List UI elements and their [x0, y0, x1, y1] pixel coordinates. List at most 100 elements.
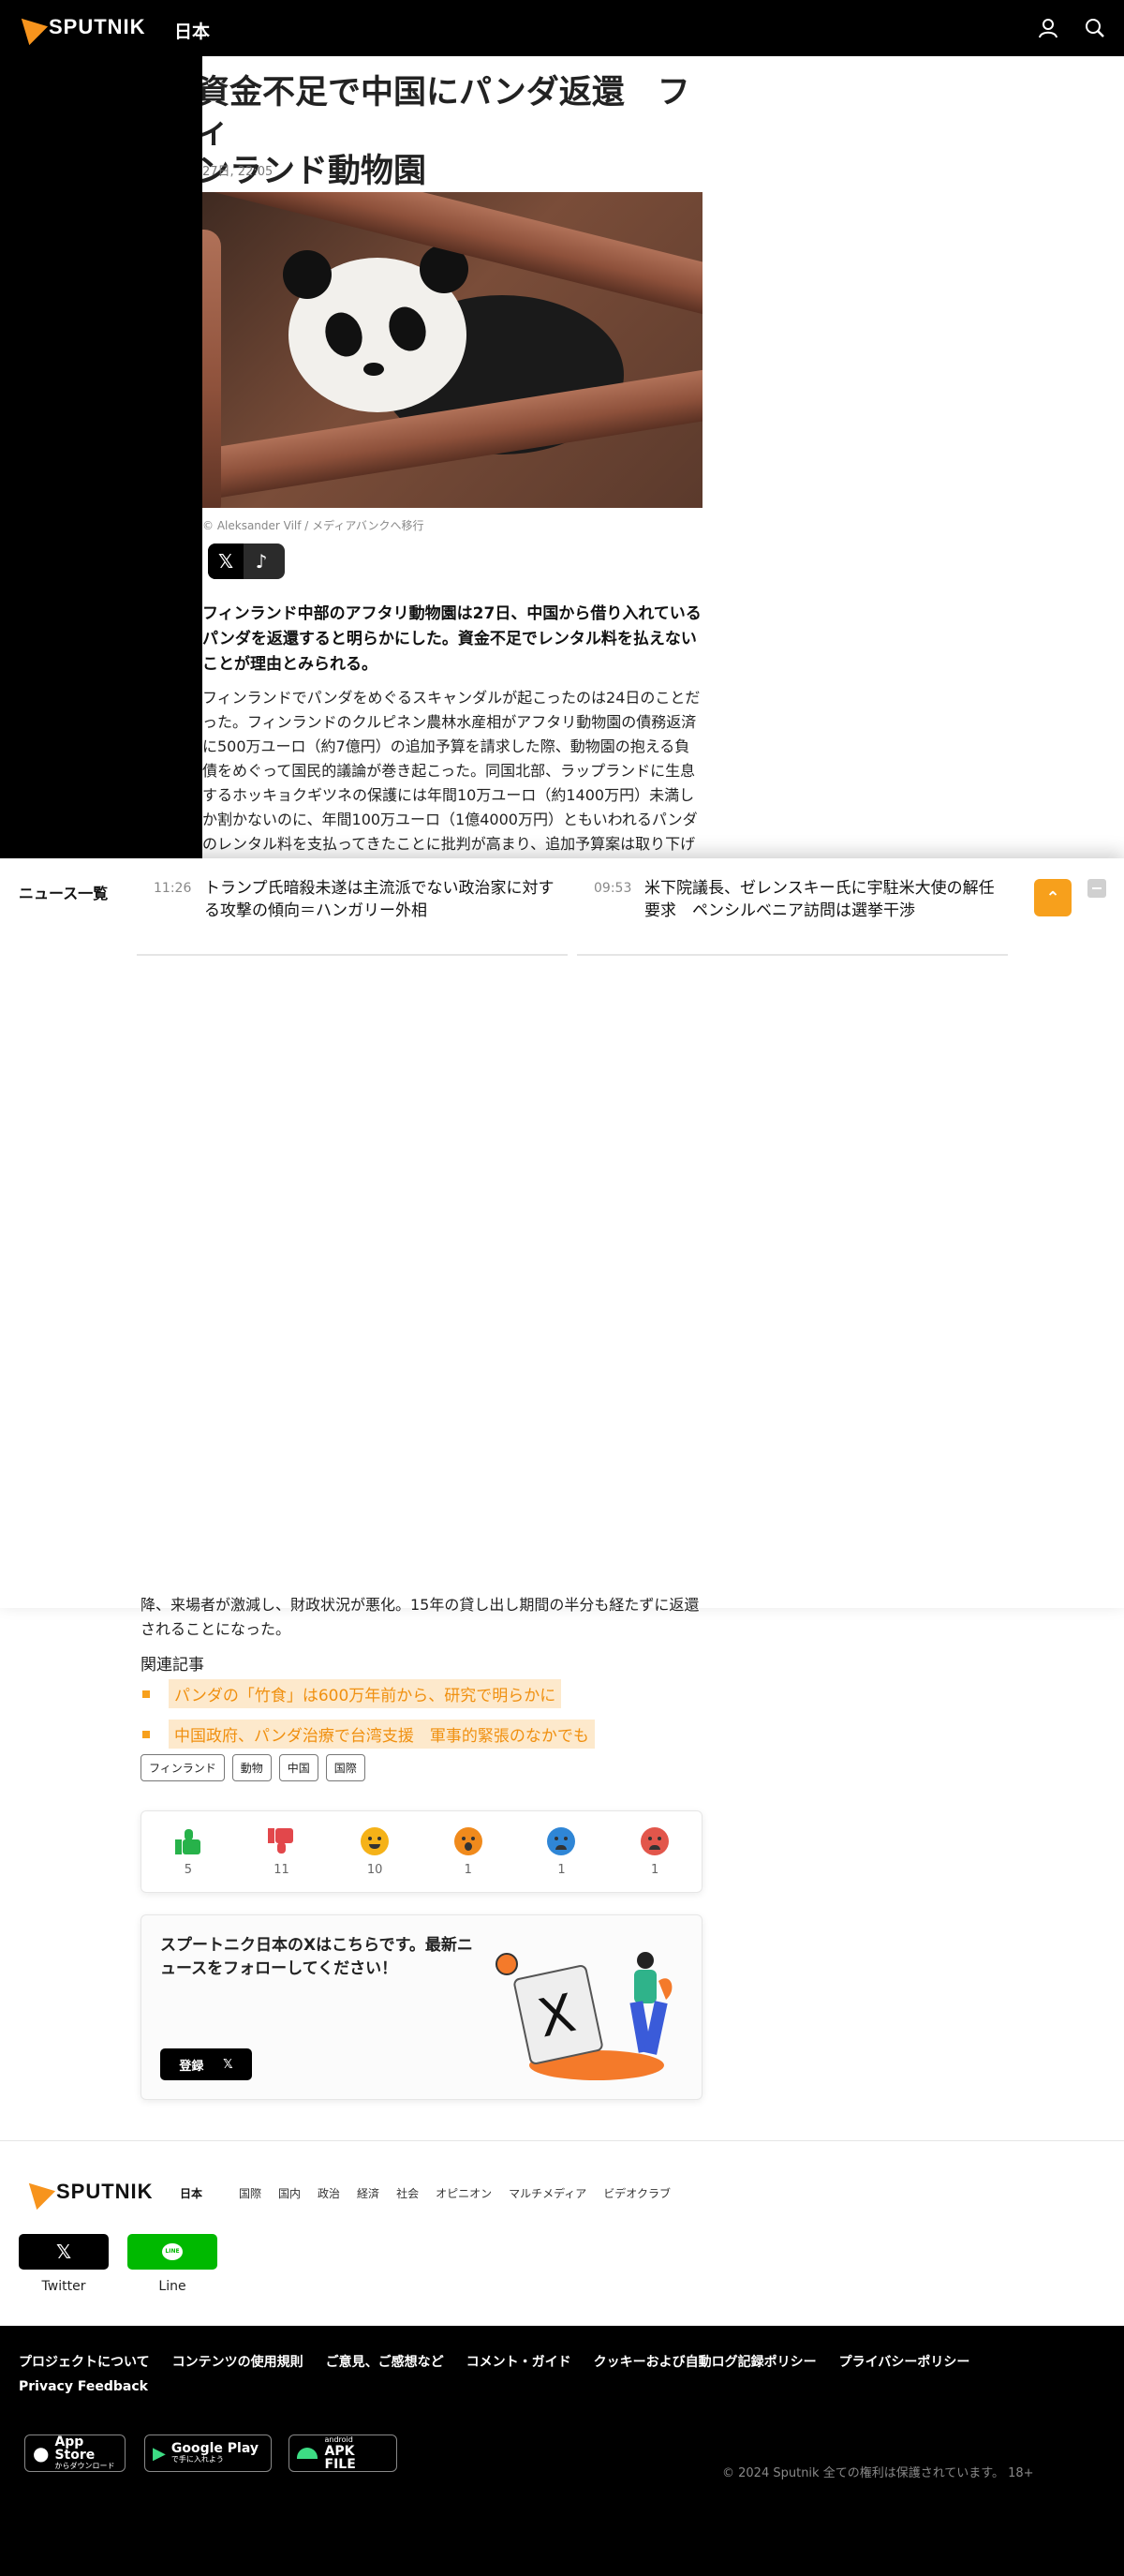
footer-nav-item[interactable]: ビデオクラブ — [603, 2185, 671, 2201]
related-articles-title: 関連記事 — [140, 1656, 204, 1675]
badge-subtitle: からダウンロード — [54, 2462, 115, 2470]
news-feed-panel: ニュース一覧 11:26 トランプ氏暗殺未遂は主流派でない政治家に対する攻撃の傾… — [0, 858, 1124, 1608]
sputnik-logo[interactable]: SPUTNIK — [11, 8, 146, 46]
tag[interactable]: フィンランド — [140, 1754, 225, 1781]
news-item[interactable]: 09:53 米下院議長、ゼレンスキー氏に宇駐米大使の解任要求 ペンシルベニア訪問… — [577, 877, 1008, 956]
reaction-like[interactable]: 5 — [160, 1827, 216, 1877]
article-date: 27日, 22:05 — [202, 165, 274, 179]
reaction-dislike[interactable]: 11 — [253, 1827, 309, 1877]
promo-text: スプートニク日本のXはこちらです。最新ニュースをフォローしてください！ — [160, 1936, 473, 1978]
footer-nav: 国際 国内 政治 経済 社会 オピニオン マルチメディア ビデオクラブ — [239, 2185, 688, 2201]
line-button[interactable]: LINE — [127, 2234, 217, 2270]
news-time: 09:53 — [594, 881, 632, 896]
scroll-up-button[interactable]: ⌃ — [1034, 879, 1072, 916]
reaction-count: 10 — [366, 1862, 383, 1877]
footer-edition[interactable]: 日本 — [180, 2185, 202, 2201]
reaction-count: 1 — [650, 1862, 659, 1877]
logo-mark-icon — [11, 8, 49, 46]
subscribe-label: 登録 — [179, 2059, 204, 2074]
logo-text: SPUTNIK — [49, 15, 146, 38]
news-item[interactable]: 11:26 トランプ氏暗殺未遂は主流派でない政治家に対する攻撃の傾向＝ハンガリー… — [137, 877, 568, 956]
footer-nav-item[interactable]: 社会 — [396, 2185, 419, 2201]
sad-face-icon — [547, 1826, 576, 1855]
minimize-icon[interactable] — [1087, 879, 1106, 898]
footer-nav-item[interactable]: 政治 — [318, 2185, 340, 2201]
news-feed-label: ニュース一覧 — [19, 885, 109, 902]
tag[interactable]: 動物 — [231, 1754, 272, 1781]
reaction-surprise[interactable]: 1 — [440, 1826, 496, 1877]
footer-bottom: プロジェクトについて コンテンツの使用規則 ご意見、ご感想など コメント・ガイド… — [0, 2326, 1124, 2576]
news-headline[interactable]: 米下院議長、ゼレンスキー氏に宇駐米大使の解任要求 ペンシルベニア訪問は選挙干渉 — [644, 877, 1010, 922]
google-play-badge[interactable]: ▶ Google Play で手に入れよう — [144, 2435, 272, 2472]
line-icon: LINE — [162, 2243, 183, 2260]
footer-link[interactable]: ご意見、ご感想など — [326, 2354, 444, 2371]
line-label: Line — [158, 2279, 186, 2294]
footer-nav-item[interactable]: マルチメディア — [509, 2185, 586, 2201]
reactions-bar: 5 11 10 1 1 1 — [140, 1810, 702, 1893]
related-article-link[interactable]: 中国政府、パンダ治療で台湾支援 軍事的緊張のなかでも — [169, 1720, 595, 1749]
footer-link[interactable]: コメント・ガイド — [466, 2354, 571, 2371]
badge-title: Google Play — [170, 2441, 259, 2456]
footer-nav-item[interactable]: 国際 — [239, 2185, 261, 2201]
footer-logo-text: SPUTNIK — [56, 2180, 154, 2203]
logo-mark-icon — [19, 2173, 56, 2211]
tag[interactable]: 国際 — [325, 1754, 365, 1781]
related-article-link[interactable]: パンダの「竹食」は600万年前から、研究で明らかに — [169, 1679, 562, 1708]
reaction-count: 1 — [464, 1862, 472, 1877]
footer-logo[interactable]: SPUTNIK — [19, 2173, 154, 2211]
footer-nav-item[interactable]: 国内 — [278, 2185, 301, 2201]
share-tiktok-icon[interactable]: ♪ — [244, 543, 279, 579]
twitter-button[interactable]: 𝕏 — [19, 2234, 109, 2270]
footer-link[interactable]: プロジェクトについて — [19, 2354, 150, 2371]
subscribe-button[interactable]: 登録 𝕏 — [160, 2048, 252, 2080]
search-icon[interactable] — [1084, 17, 1106, 39]
reaction-angry[interactable]: 1 — [627, 1826, 683, 1877]
tag[interactable]: 中国 — [278, 1754, 318, 1781]
copyright: © 2024 Sputnik 全ての権利は保護されています。 18+ — [722, 2466, 1034, 2480]
surprised-face-icon — [453, 1826, 482, 1855]
bullet-icon — [142, 1690, 150, 1698]
reaction-sad[interactable]: 1 — [533, 1826, 589, 1877]
share-bar: 𝕏 ♪ — [208, 543, 285, 579]
badge-title: APK FILE — [324, 2444, 356, 2472]
footer-link[interactable]: Privacy Feedback — [19, 2378, 148, 2395]
reaction-laugh[interactable]: 10 — [347, 1826, 403, 1877]
footer-link[interactable]: プライバシーポリシー — [839, 2354, 970, 2371]
bullet-icon — [142, 1730, 150, 1738]
tag-list: フィンランド 動物 中国 国際 — [140, 1754, 373, 1781]
site-header: SPUTNIK 日本 — [0, 0, 1124, 56]
news-time: 11:26 — [154, 881, 192, 896]
image-caption: © Aleksander Vilf / メディアバンクへ移行 — [202, 519, 424, 532]
footer-links: プロジェクトについて コンテンツの使用規則 ご意見、ご感想など コメント・ガイド… — [19, 2354, 1068, 2403]
promo-illustration: X — [495, 1952, 673, 2080]
angry-face-icon — [641, 1826, 670, 1855]
apple-icon: ● — [33, 2442, 50, 2464]
app-store-badge[interactable]: ● App Store からダウンロード — [24, 2435, 126, 2472]
related-article-item: 中国政府、パンダ治療で台湾支援 軍事的緊張のなかでも — [140, 1720, 595, 1749]
thumbs-up-icon — [174, 1827, 202, 1855]
news-headline[interactable]: トランプ氏暗殺未遂は主流派でない政治家に対する攻撃の傾向＝ハンガリー外相 — [204, 877, 569, 922]
google-play-icon: ▶ — [153, 2443, 166, 2464]
edition-label[interactable]: 日本 — [174, 18, 210, 43]
related-articles-list: パンダの「竹食」は600万年前から、研究で明らかに 中国政府、パンダ治療で台湾支… — [140, 1679, 595, 1760]
twitter-label: Twitter — [41, 2279, 86, 2294]
article-title-line1: 資金不足で中国にパンダ返還 フィ — [197, 74, 690, 151]
x-icon: 𝕏 — [55, 2241, 72, 2263]
share-x-icon[interactable]: 𝕏 — [208, 543, 244, 579]
chevron-up-icon: ⌃ — [1045, 887, 1060, 908]
footer-nav-item[interactable]: オピニオン — [436, 2185, 492, 2201]
badge-subtitle: で手に入れよう — [170, 2455, 224, 2464]
related-article-item: パンダの「竹食」は600万年前から、研究で明らかに — [140, 1679, 595, 1708]
x-follow-promo: スプートニク日本のXはこちらです。最新ニュースをフォローしてください！ 登録 𝕏… — [140, 1914, 702, 2100]
reaction-count: 1 — [557, 1862, 566, 1877]
article-body: フィンランドでパンダをめぐるスキャンダルが起こったのは24日のことだった。フィン… — [202, 689, 701, 853]
side-overlay — [0, 56, 202, 858]
article-body-tail: 降、来場者が激減し、財政状況が悪化。15年の貸し出し期間の半分も経たずに返還され… — [140, 1596, 700, 1638]
footer-link[interactable]: コンテンツの使用規則 — [172, 2354, 303, 2371]
footer-link[interactable]: クッキーおよび自動ログ記録ポリシー — [594, 2354, 817, 2371]
footer-divider — [0, 2140, 1124, 2141]
user-icon[interactable] — [1037, 17, 1059, 39]
apk-badge[interactable]: android APK FILE — [288, 2435, 397, 2472]
footer-nav-item[interactable]: 経済 — [357, 2185, 379, 2201]
reaction-count: 11 — [274, 1862, 289, 1877]
